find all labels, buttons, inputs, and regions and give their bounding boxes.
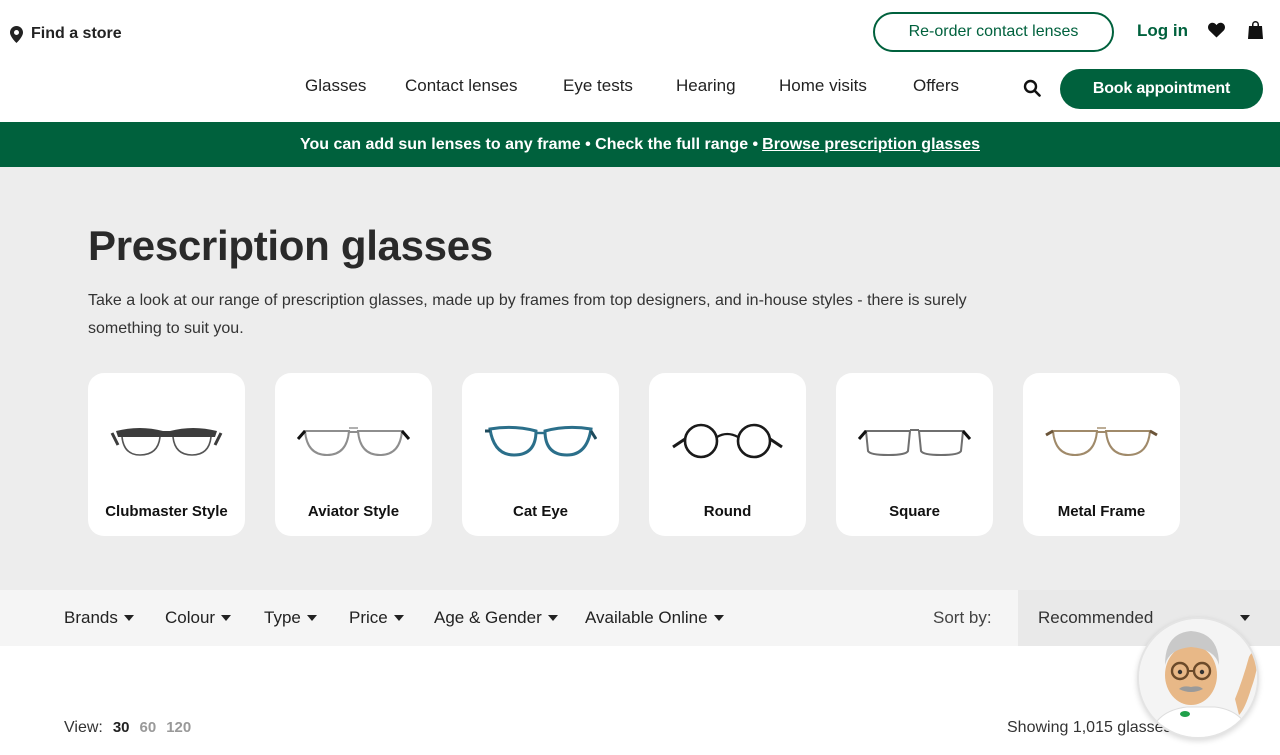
shopping-bag-icon[interactable] [1248,21,1263,39]
style-label: Round [703,503,752,520]
search-icon[interactable] [1023,79,1041,97]
sort-by-label: Sort by: [933,608,992,627]
view-option-120[interactable]: 120 [166,719,191,736]
filter-label: Colour [165,608,216,627]
style-card-square[interactable]: Square [836,373,993,536]
style-label: Aviator Style [307,503,400,520]
filter-colour[interactable]: Colour [165,608,232,628]
caret-down-icon [306,615,317,621]
browse-prescription-glasses-link[interactable]: Browse prescription glasses [762,136,980,154]
nav-glasses[interactable]: Glasses [305,76,366,96]
hero-section: Prescription glasses Take a look at our … [0,167,1280,590]
filter-available-online[interactable]: Available Online [585,608,724,628]
reorder-contact-lenses-button[interactable]: Re-order contact lenses [873,12,1114,52]
clubmaster-glasses-icon [110,428,223,456]
round-glasses-icon [672,423,783,459]
sort-value: Recommended [1038,608,1154,627]
caret-down-icon [393,615,404,621]
cat-eye-glasses-icon [485,425,597,457]
caret-down-icon [713,615,724,621]
promo-banner: You can add sun lenses to any frame • Ch… [0,122,1280,167]
style-card-aviator[interactable]: Aviator Style [275,373,432,536]
view-count-selector: View: 30 60 120 [64,719,191,737]
book-appointment-button[interactable]: Book appointment [1060,69,1263,109]
metal-frame-glasses-icon [1045,427,1158,457]
style-card-cat-eye[interactable]: Cat Eye [462,373,619,536]
style-card-round[interactable]: Round [649,373,806,536]
promo-text: You can add sun lenses to any frame • Ch… [300,135,759,153]
caret-down-icon [123,615,134,621]
login-link[interactable]: Log in [1137,21,1188,41]
results-count: Showing 1,015 glasses [1007,719,1172,736]
nav-eye-tests[interactable]: Eye tests [563,76,633,96]
nav-hearing[interactable]: Hearing [676,76,736,96]
find-store-link[interactable]: Find a store [10,25,122,43]
nav-offers[interactable]: Offers [913,76,959,96]
assistant-character-icon [1139,619,1257,737]
find-store-label: Find a store [31,25,122,42]
filter-label: Price [349,608,388,627]
chat-assistant-avatar[interactable] [1137,617,1259,739]
site-header: Find a store Re-order contact lenses Log… [0,0,1280,122]
view-option-30[interactable]: 30 [113,719,130,736]
filter-bar: Brands Colour Type Price Age & Gender Av… [0,590,1280,646]
style-card-metal-frame[interactable]: Metal Frame [1023,373,1180,536]
caret-down-icon [1240,615,1250,621]
filter-label: Available Online [585,608,708,627]
caret-down-icon [221,615,232,621]
filter-type[interactable]: Type [264,608,317,628]
page-title: Prescription glasses [88,222,493,269]
filter-price[interactable]: Price [349,608,404,628]
style-label: Clubmaster Style [105,503,228,520]
nav-home-visits[interactable]: Home visits [779,76,867,96]
style-label: Metal Frame [1057,503,1146,520]
caret-down-icon [547,615,558,621]
filter-brands[interactable]: Brands [64,608,134,628]
style-card-clubmaster[interactable]: Clubmaster Style [88,373,245,536]
filter-label: Type [264,608,301,627]
filter-label: Age & Gender [434,608,542,627]
style-label: Cat Eye [512,503,569,520]
style-label: Square [889,503,940,520]
aviator-glasses-icon [297,427,410,457]
view-option-60[interactable]: 60 [140,719,157,736]
square-glasses-icon [858,429,971,457]
heart-icon[interactable] [1208,22,1225,38]
frame-style-list: Clubmaster Style Aviator Style Cat Eye R… [88,373,1188,536]
filter-label: Brands [64,608,118,627]
view-label: View: [64,719,103,736]
nav-contact-lenses[interactable]: Contact lenses [405,76,517,96]
page-description: Take a look at our range of prescription… [88,292,967,337]
location-pin-icon [10,25,23,43]
filter-age-gender[interactable]: Age & Gender [434,608,558,628]
